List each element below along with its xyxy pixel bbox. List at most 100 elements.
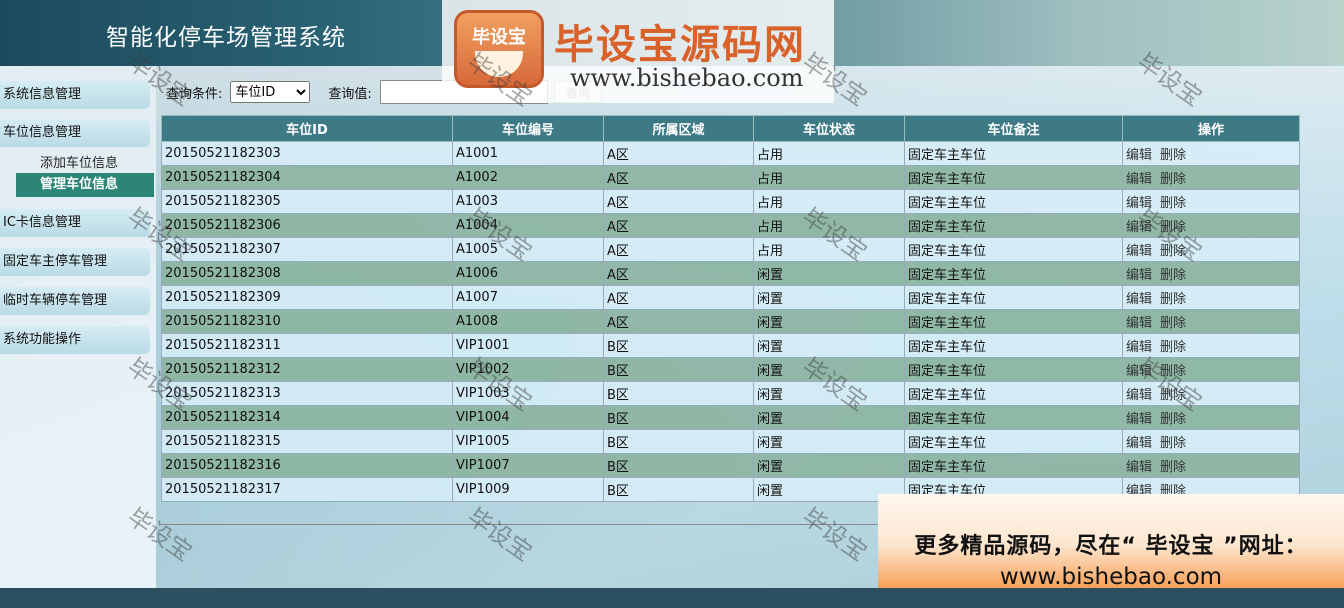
table-cell: VIP1001 xyxy=(452,333,604,358)
edit-link[interactable]: 编辑 xyxy=(1126,436,1152,451)
sidebar-subitem-add-space[interactable]: 添加车位信息 xyxy=(40,152,118,171)
edit-link[interactable]: 编辑 xyxy=(1126,292,1152,307)
sidebar-item-temp-vehicle-parking[interactable]: 临时车辆停车管理 xyxy=(0,287,150,315)
edit-link[interactable]: 编辑 xyxy=(1126,460,1152,475)
table-cell: 固定车主车位 xyxy=(904,165,1123,190)
edit-link[interactable]: 编辑 xyxy=(1126,316,1152,331)
table-row: 20150521182308 A1006 A区 闲置 固定车主车位 编辑 删除 xyxy=(161,261,1300,286)
table-cell: 闲置 xyxy=(753,429,905,454)
table-cell: 20150521182306 xyxy=(161,213,453,238)
actions-cell: 编辑 删除 xyxy=(1122,405,1300,430)
query-value-label: 查询值: xyxy=(328,86,372,102)
table-cell: 占用 xyxy=(753,141,905,166)
table-cell: 20150521182315 xyxy=(161,429,453,454)
delete-link[interactable]: 删除 xyxy=(1160,148,1186,163)
table-cell: 20150521182312 xyxy=(161,357,453,382)
table-row: 20150521182307 A1005 A区 占用 固定车主车位 编辑 删除 xyxy=(161,237,1300,262)
table-cell: B区 xyxy=(603,477,754,502)
table-cell: 20150521182310 xyxy=(161,309,453,334)
table-cell: A区 xyxy=(603,285,754,310)
table-cell: 固定车主车位 xyxy=(904,357,1123,382)
sidebar-item-fixed-owner-parking[interactable]: 固定车主停车管理 xyxy=(0,248,150,276)
table-cell: A1008 xyxy=(452,309,604,334)
ad-url: www.bishebao.com xyxy=(999,564,1223,590)
sidebar-item-parking-space[interactable]: 车位信息管理 xyxy=(0,119,150,147)
table-cell: 20150521182317 xyxy=(161,477,453,502)
table-cell: 固定车主车位 xyxy=(904,381,1123,406)
column-header: 车位备注 xyxy=(904,115,1123,142)
query-condition-select[interactable]: 车位ID xyxy=(230,81,311,103)
table-cell: A区 xyxy=(603,165,754,190)
table-cell: 占用 xyxy=(753,165,905,190)
sidebar-item-system-info[interactable]: 系统信息管理 xyxy=(0,81,150,109)
actions-cell: 编辑 删除 xyxy=(1122,429,1300,454)
table-cell: A1007 xyxy=(452,285,604,310)
table-cell: 闲置 xyxy=(753,309,905,334)
table-row: 20150521182309 A1007 A区 闲置 固定车主车位 编辑 删除 xyxy=(161,285,1300,310)
delete-link[interactable]: 删除 xyxy=(1160,316,1186,331)
table-cell: 固定车主车位 xyxy=(904,141,1123,166)
delete-link[interactable]: 删除 xyxy=(1160,268,1186,283)
table-cell: VIP1005 xyxy=(452,429,604,454)
table-cell: VIP1007 xyxy=(452,453,604,478)
table-cell: 20150521182309 xyxy=(161,285,453,310)
table-cell: A区 xyxy=(603,261,754,286)
table-cell: 闲置 xyxy=(753,453,905,478)
delete-link[interactable]: 删除 xyxy=(1160,436,1186,451)
table-cell: B区 xyxy=(603,381,754,406)
edit-link[interactable]: 编辑 xyxy=(1126,388,1152,403)
table-cell: 闲置 xyxy=(753,405,905,430)
table-cell: A1001 xyxy=(452,141,604,166)
delete-link[interactable]: 删除 xyxy=(1160,340,1186,355)
table-cell: 20150521182303 xyxy=(161,141,453,166)
table-cell: 20150521182304 xyxy=(161,165,453,190)
table-cell: B区 xyxy=(603,333,754,358)
table-cell: 闲置 xyxy=(753,333,905,358)
table-header-row: 车位ID 车位编号 所属区域 车位状态 车位备注 操作 xyxy=(161,115,1300,142)
column-header: 操作 xyxy=(1122,115,1300,142)
ad-text: 更多精品源码，尽在“ 毕设宝 ”网址： xyxy=(914,534,1308,559)
table-cell: 20150521182313 xyxy=(161,381,453,406)
table-row: 20150521182304 A1002 A区 占用 固定车主车位 编辑 删除 xyxy=(161,165,1300,190)
table-cell: 固定车主车位 xyxy=(904,333,1123,358)
table-cell: A区 xyxy=(603,309,754,334)
table-cell: 20150521182305 xyxy=(161,189,453,214)
table-cell: A1002 xyxy=(452,165,604,190)
sidebar-item-system-functions[interactable]: 系统功能操作 xyxy=(0,326,150,354)
edit-link[interactable]: 编辑 xyxy=(1126,268,1152,283)
table-row: 20150521182310 A1008 A区 闲置 固定车主车位 编辑 删除 xyxy=(161,309,1300,334)
table-cell: A1006 xyxy=(452,261,604,286)
table-cell: B区 xyxy=(603,405,754,430)
table-cell: 20150521182308 xyxy=(161,261,453,286)
table-row: 20150521182305 A1003 A区 占用 固定车主车位 编辑 删除 xyxy=(161,189,1300,214)
table-cell: 固定车主车位 xyxy=(904,453,1123,478)
table-cell: A区 xyxy=(603,141,754,166)
logo-title: 毕设宝源码网 xyxy=(554,22,806,68)
delete-link[interactable]: 删除 xyxy=(1160,292,1186,307)
actions-cell: 编辑 删除 xyxy=(1122,261,1300,286)
table-cell: 固定车主车位 xyxy=(904,285,1123,310)
table-cell: 20150521182316 xyxy=(161,453,453,478)
column-header: 车位ID xyxy=(161,115,453,142)
table-row: 20150521182313 VIP1003 B区 闲置 固定车主车位 编辑 删除 xyxy=(161,381,1300,406)
actions-cell: 编辑 删除 xyxy=(1122,165,1300,190)
table-cell: A区 xyxy=(603,213,754,238)
edit-link[interactable]: 编辑 xyxy=(1126,244,1152,259)
actions-cell: 编辑 删除 xyxy=(1122,285,1300,310)
actions-cell: 编辑 删除 xyxy=(1122,453,1300,478)
parking-space-table: 车位ID 车位编号 所属区域 车位状态 车位备注 操作 201505211823… xyxy=(161,115,1300,502)
table-cell: A区 xyxy=(603,237,754,262)
delete-link[interactable]: 删除 xyxy=(1160,412,1186,427)
delete-link[interactable]: 删除 xyxy=(1160,460,1186,475)
edit-link[interactable]: 编辑 xyxy=(1126,148,1152,163)
delete-link[interactable]: 删除 xyxy=(1160,172,1186,187)
table-row: 20150521182312 VIP1002 B区 闲置 固定车主车位 编辑 删除 xyxy=(161,357,1300,382)
logo-url: www.bishebao.com xyxy=(570,64,804,92)
table-cell: 固定车主车位 xyxy=(904,429,1123,454)
table-cell: 20150521182307 xyxy=(161,237,453,262)
column-header: 所属区域 xyxy=(603,115,754,142)
edit-link[interactable]: 编辑 xyxy=(1126,172,1152,187)
sidebar-subitem-manage-space[interactable]: 管理车位信息 xyxy=(16,173,154,197)
edit-link[interactable]: 编辑 xyxy=(1126,412,1152,427)
table-cell: 固定车主车位 xyxy=(904,261,1123,286)
